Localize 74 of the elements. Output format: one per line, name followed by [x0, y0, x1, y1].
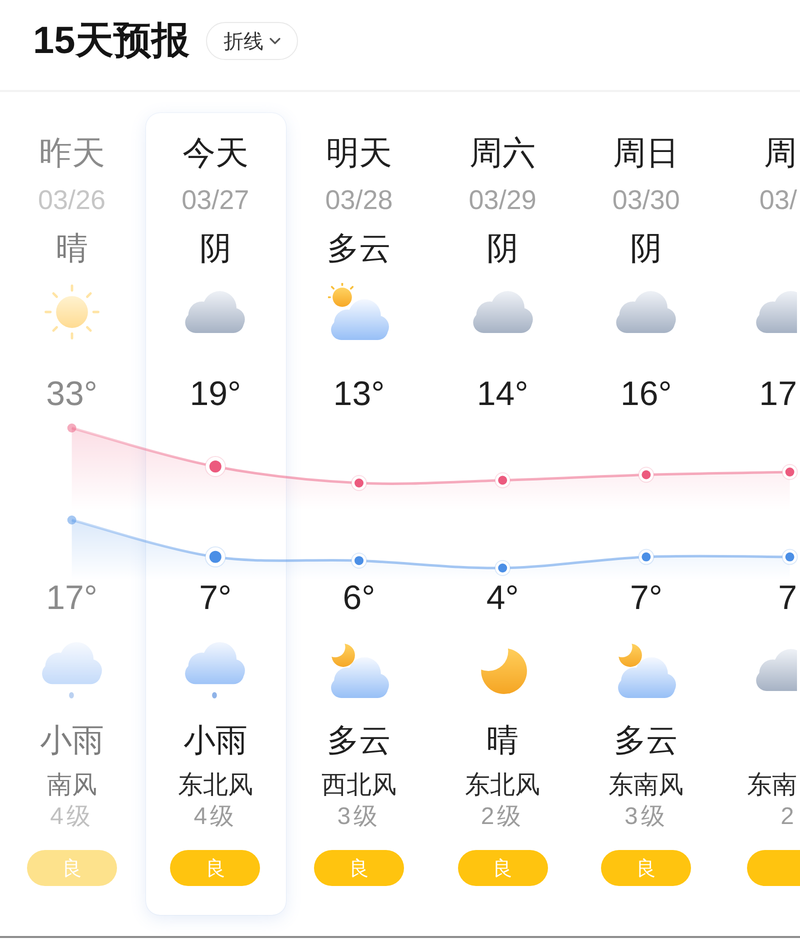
low-temp-point	[67, 516, 76, 524]
wind-level-label: 2	[780, 802, 797, 832]
low-temp-point	[351, 552, 367, 569]
day-label: 昨天	[38, 133, 105, 173]
low-temp-label: 6°	[342, 579, 376, 617]
wind-level-label: 4级	[50, 802, 94, 832]
low-temp-point	[204, 546, 226, 568]
day-label: 今天	[182, 133, 248, 173]
high-temp-point	[638, 466, 654, 483]
day-label: 周六	[470, 133, 536, 173]
wind-direction-label: 西北风	[321, 770, 396, 800]
date-label: 03/26	[38, 185, 106, 215]
air-quality-badge: 良	[601, 850, 692, 886]
high-temp-point	[494, 472, 511, 488]
night-weather-label: 多云	[326, 720, 391, 760]
wind-level-label: 3级	[624, 802, 668, 832]
cloud-icon	[615, 290, 678, 334]
night-weather-label: 小雨	[40, 720, 104, 760]
chart-style-dropdown[interactable]: 折线	[206, 22, 298, 60]
date-label: 03/30	[612, 185, 680, 215]
date-label: 03/	[759, 185, 797, 215]
moon-cloud-icon	[615, 641, 678, 699]
cloud-icon	[754, 648, 797, 692]
day-weather-label: 阴	[486, 228, 519, 268]
low-temp-label: 7°	[630, 579, 662, 617]
day-weather-label: 晴	[56, 228, 88, 268]
day-weather-label: 阴	[199, 228, 232, 268]
high-temp-label: 14°	[476, 375, 528, 413]
sun-cloud-icon	[328, 283, 390, 341]
rain-cloud-icon	[184, 641, 246, 699]
high-temp-point	[67, 424, 76, 432]
date-label: 03/29	[468, 185, 536, 215]
high-temp-label: 17	[759, 375, 797, 413]
low-temp-point	[494, 560, 511, 576]
cloud-icon	[184, 290, 246, 334]
night-weather-label: 多云	[614, 720, 678, 760]
day-weather-label: 阴	[630, 228, 662, 268]
wind-direction-label: 东北风	[178, 770, 253, 800]
high-temp-label: 33°	[46, 375, 98, 413]
wind-level-label: 2级	[480, 802, 524, 832]
day-weather-label: 多云	[326, 228, 391, 268]
cloud-icon	[754, 290, 797, 334]
wind-direction-label: 东北风	[465, 770, 540, 800]
air-quality-badge: 良	[170, 850, 260, 886]
day-label: 明天	[326, 133, 392, 173]
high-temp-point	[204, 456, 226, 477]
night-weather-label: 晴	[486, 720, 519, 760]
date-label: 03/27	[182, 185, 250, 215]
day-label: 周日	[613, 133, 680, 173]
low-temp-label: 17°	[46, 579, 98, 617]
cloud-icon	[472, 290, 534, 334]
air-quality-badge	[746, 850, 800, 886]
wind-direction-label: 东南风	[608, 770, 684, 800]
air-quality-badge: 良	[26, 850, 117, 886]
high-temp-label: 19°	[190, 375, 242, 413]
sun-icon	[42, 282, 102, 342]
low-temp-label: 4°	[486, 579, 519, 617]
wind-level-label: 4级	[194, 802, 238, 832]
forecast-title: 15天预报	[33, 19, 190, 64]
wind-direction-label: 东南	[746, 770, 797, 800]
low-temp-label: 7	[778, 579, 797, 617]
low-temp-point	[638, 548, 654, 565]
high-temp-label: 13°	[333, 375, 385, 413]
wind-level-label: 3级	[337, 802, 381, 832]
rain-cloud-icon	[40, 641, 103, 699]
day-label: 周	[764, 133, 797, 173]
low-temp-label: 7°	[199, 579, 232, 617]
date-label: 03/28	[325, 185, 393, 215]
air-quality-badge: 良	[458, 850, 548, 886]
night-weather-label: 小雨	[183, 720, 248, 760]
wind-direction-label: 南风	[46, 770, 97, 800]
high-temp-label: 16°	[620, 375, 672, 413]
air-quality-badge: 良	[314, 850, 404, 886]
high-temp-point	[351, 475, 367, 491]
